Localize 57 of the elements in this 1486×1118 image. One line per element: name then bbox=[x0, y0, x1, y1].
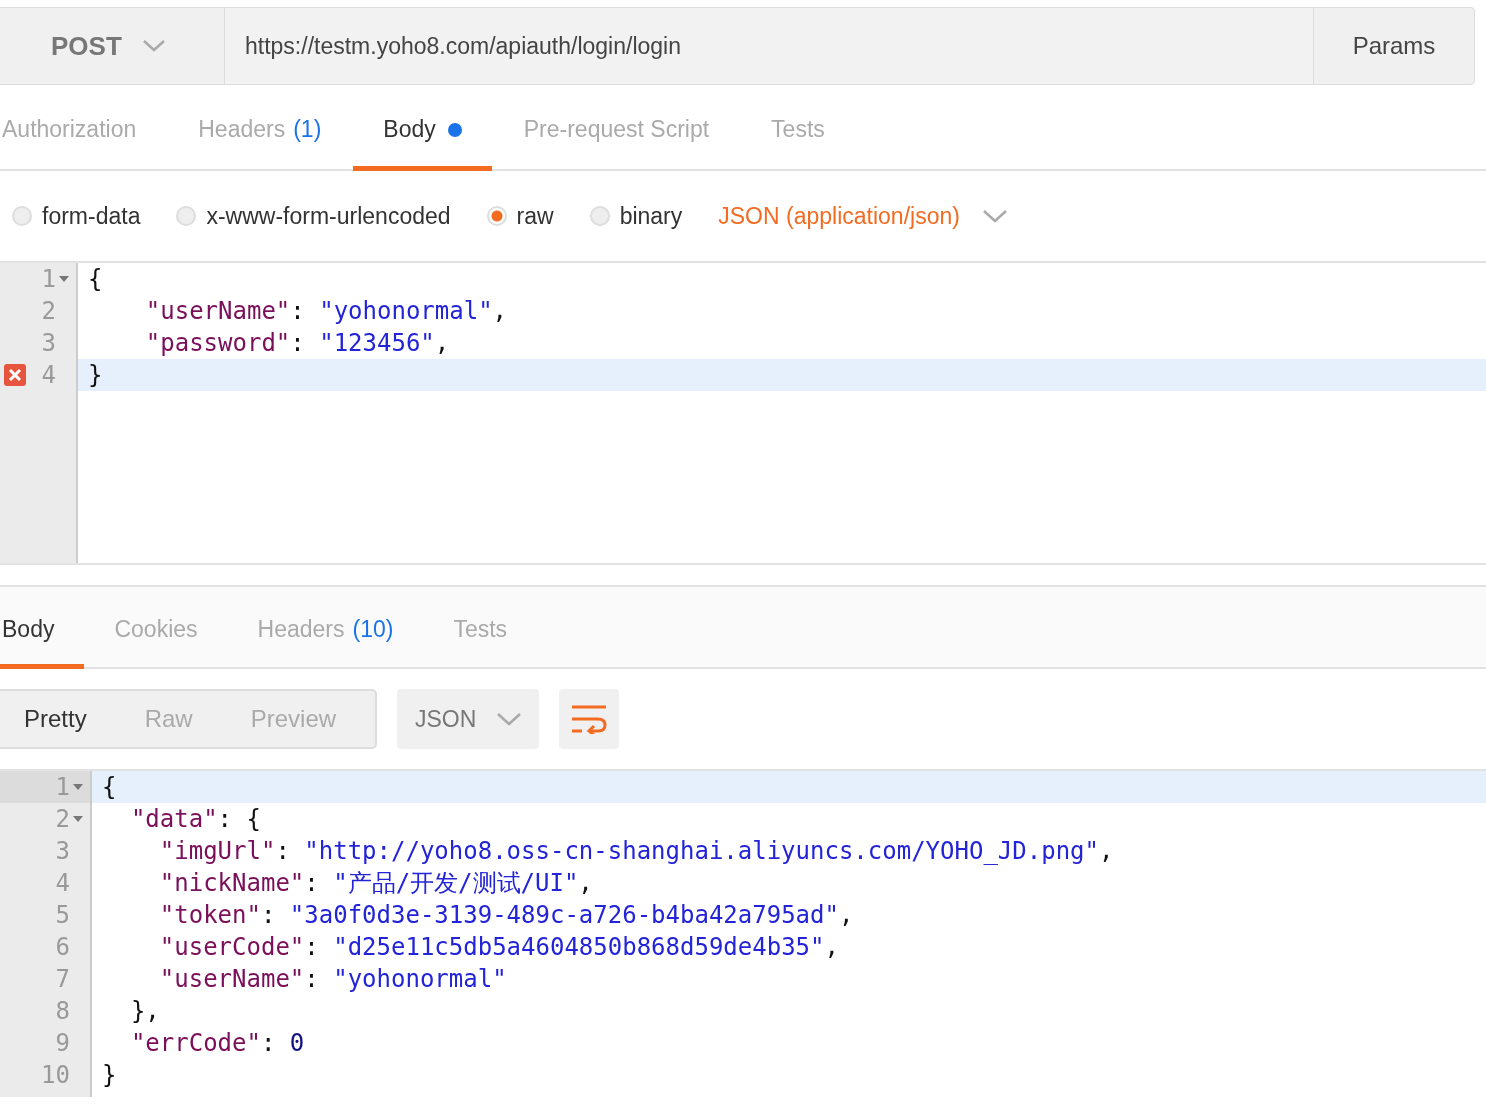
code-line: "userCode": "d25e11c5db5a4604850b868d59de4b35", bbox=[158, 932, 840, 963]
radio-label[interactable]: binary bbox=[619, 202, 683, 230]
radio-button[interactable] bbox=[589, 206, 610, 226]
wrap-lines-icon bbox=[570, 704, 608, 734]
tab[interactable]: Headers (1) bbox=[168, 85, 352, 171]
radio-label[interactable]: x-www-form-urlencoded bbox=[206, 202, 451, 230]
line-number: 9 bbox=[55, 1029, 70, 1057]
chevron-down-icon bbox=[981, 208, 1008, 224]
line-number: 10 bbox=[41, 1061, 70, 1089]
code-line: "imgUrl": "http://yoho8.oss-cn-shanghai.aliyuncs.com/YOHO_JD.png", bbox=[158, 836, 1115, 867]
code-line: "data": { bbox=[129, 804, 262, 835]
line-number: 3 bbox=[41, 329, 56, 357]
tab[interactable]: Tests bbox=[741, 85, 855, 171]
code-line: } bbox=[101, 1060, 118, 1091]
radio-button[interactable] bbox=[176, 206, 197, 226]
radio-button[interactable] bbox=[12, 206, 32, 226]
line-number: 2 bbox=[41, 297, 56, 325]
line-number: 6 bbox=[55, 933, 70, 961]
line-number: 1 bbox=[55, 773, 70, 801]
tab[interactable]: Headers (10) bbox=[227, 587, 424, 669]
code-line: "userName": "yohonormal" bbox=[158, 964, 508, 995]
line-number: 3 bbox=[55, 837, 70, 865]
line-number: 4 bbox=[41, 361, 56, 389]
format-dropdown[interactable]: JSON bbox=[397, 689, 539, 749]
line-number: 8 bbox=[55, 997, 70, 1025]
method-dropdown[interactable]: POST bbox=[0, 7, 225, 85]
radio-label[interactable]: form-data bbox=[42, 202, 141, 230]
code-line: }, bbox=[129, 996, 161, 1027]
line-number: 5 bbox=[55, 901, 70, 929]
code-line: "errCode": 0 bbox=[129, 1028, 306, 1059]
line-number: 2 bbox=[55, 805, 70, 833]
tab[interactable]: Body bbox=[0, 587, 85, 669]
wrap-lines-button[interactable] bbox=[559, 689, 619, 749]
tab[interactable]: Authorization bbox=[2, 85, 167, 171]
fold-arrow-icon[interactable] bbox=[73, 784, 83, 790]
code-line: "userName": "yohonormal", bbox=[144, 296, 509, 327]
view-mode-button[interactable]: Pretty bbox=[24, 705, 87, 733]
code-line: "token": "3a0f0d3e-3139-489c-a726-b4ba42a795ad", bbox=[158, 900, 855, 931]
line-number: 1 bbox=[41, 265, 56, 293]
line-number: 4 bbox=[55, 869, 70, 897]
tab[interactable]: Body bbox=[353, 85, 492, 171]
content-type-dropdown[interactable]: JSON (application/json) bbox=[718, 202, 960, 230]
fold-arrow-icon[interactable] bbox=[59, 276, 69, 282]
chevron-down-icon bbox=[496, 711, 523, 727]
line-number: 7 bbox=[55, 965, 70, 993]
tab[interactable]: Tests bbox=[423, 587, 538, 669]
chevron-down-icon bbox=[141, 39, 166, 53]
params-button[interactable]: Params bbox=[1313, 7, 1475, 85]
tab[interactable]: Pre-request Script bbox=[493, 85, 740, 171]
code-line: "nickName": "产品/开发/测试/UI", bbox=[158, 868, 594, 899]
code-line: { bbox=[87, 264, 104, 295]
tab[interactable]: Cookies bbox=[84, 587, 228, 669]
radio-label[interactable]: raw bbox=[516, 202, 554, 230]
code-line: "password": "123456", bbox=[144, 328, 451, 359]
fold-arrow-icon[interactable] bbox=[73, 816, 83, 822]
radio-button[interactable] bbox=[486, 206, 507, 226]
url-field[interactable]: https://testm.yoho8.com/apiauth/login/login bbox=[225, 7, 1313, 85]
